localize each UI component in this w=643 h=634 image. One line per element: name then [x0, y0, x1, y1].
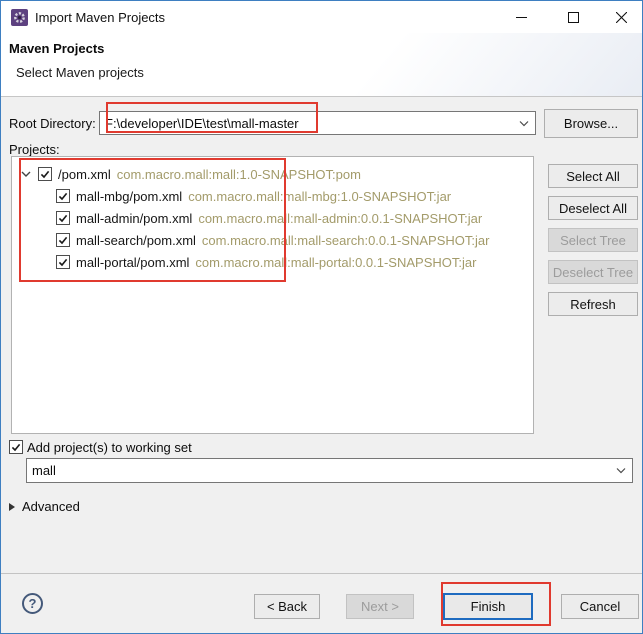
chevron-down-icon[interactable] [610, 467, 632, 474]
footer-divider [1, 573, 642, 574]
tree-item-coords: com.macro.mall:mall-search:0.0.1-SNAPSHO… [202, 233, 490, 248]
tree-row-mall-mbg[interactable]: mall-mbg/pom.xml com.macro.mall:mall-mbg… [56, 185, 451, 207]
working-set-combo[interactable]: mall [26, 458, 633, 483]
refresh-button[interactable]: Refresh [548, 292, 638, 316]
select-all-button[interactable]: Select All [548, 164, 638, 188]
checkbox-checked-icon[interactable] [56, 255, 70, 269]
maximize-icon[interactable] [556, 1, 590, 33]
title-bar: Import Maven Projects [1, 1, 642, 33]
tree-item-name: mall-portal/pom.xml [76, 255, 189, 270]
cancel-button[interactable]: Cancel [561, 594, 639, 619]
working-set-checkbox[interactable] [9, 440, 23, 454]
tree-row-pom[interactable]: /pom.xml com.macro.mall:mall:1.0-SNAPSHO… [20, 163, 361, 185]
tree-item-coords: com.macro.mall:mall:1.0-SNAPSHOT:pom [117, 167, 361, 182]
tree-row-mall-search[interactable]: mall-search/pom.xml com.macro.mall:mall-… [56, 229, 489, 251]
projects-label: Projects: [9, 142, 60, 157]
checkbox-checked-icon[interactable] [56, 211, 70, 225]
next-button: Next > [346, 594, 414, 619]
tree-row-mall-portal[interactable]: mall-portal/pom.xml com.macro.mall:mall-… [56, 251, 476, 273]
root-directory-label: Root Directory: [9, 116, 96, 131]
page-title: Maven Projects [9, 41, 104, 56]
tree-row-mall-admin[interactable]: mall-admin/pom.xml com.macro.mall:mall-a… [56, 207, 482, 229]
tree-item-coords: com.macro.mall:mall-mbg:1.0-SNAPSHOT:jar [188, 189, 451, 204]
tree-item-coords: com.macro.mall:mall-admin:0.0.1-SNAPSHOT… [198, 211, 482, 226]
tree-item-name: mall-mbg/pom.xml [76, 189, 182, 204]
advanced-expander[interactable]: Advanced [9, 499, 80, 514]
browse-button[interactable]: Browse... [544, 109, 638, 138]
close-icon[interactable] [604, 1, 638, 33]
tree-item-name: mall-search/pom.xml [76, 233, 196, 248]
projects-tree[interactable]: /pom.xml com.macro.mall:mall:1.0-SNAPSHO… [11, 156, 534, 434]
tree-item-name: /pom.xml [58, 167, 111, 182]
root-directory-combo[interactable]: F:\developer\IDE\test\mall-master [99, 111, 536, 135]
deselect-tree-button: Deselect Tree [548, 260, 638, 284]
checkbox-checked-icon[interactable] [56, 189, 70, 203]
working-set-value[interactable]: mall [27, 463, 610, 478]
maven-import-icon [11, 9, 28, 26]
minimize-icon[interactable] [504, 1, 538, 33]
tree-expander-icon[interactable] [20, 170, 32, 178]
working-set-label[interactable]: Add project(s) to working set [27, 440, 192, 455]
window-title: Import Maven Projects [35, 1, 165, 33]
advanced-label: Advanced [22, 499, 80, 514]
checkbox-checked-icon[interactable] [56, 233, 70, 247]
finish-button[interactable]: Finish [443, 593, 533, 620]
root-directory-value[interactable]: F:\developer\IDE\test\mall-master [100, 116, 513, 131]
deselect-all-button[interactable]: Deselect All [548, 196, 638, 220]
select-tree-button: Select Tree [548, 228, 638, 252]
page-subtitle: Select Maven projects [16, 65, 144, 80]
checkbox-checked-icon[interactable] [38, 167, 52, 181]
wizard-header: Maven Projects Select Maven projects [1, 33, 642, 97]
back-button[interactable]: < Back [254, 594, 320, 619]
import-maven-projects-dialog: Import Maven Projects Maven Projects Sel… [0, 0, 643, 634]
triangle-right-icon [9, 503, 15, 511]
tree-item-name: mall-admin/pom.xml [76, 211, 192, 226]
chevron-down-icon[interactable] [513, 120, 535, 127]
tree-item-coords: com.macro.mall:mall-portal:0.0.1-SNAPSHO… [195, 255, 476, 270]
help-icon[interactable]: ? [22, 593, 43, 614]
